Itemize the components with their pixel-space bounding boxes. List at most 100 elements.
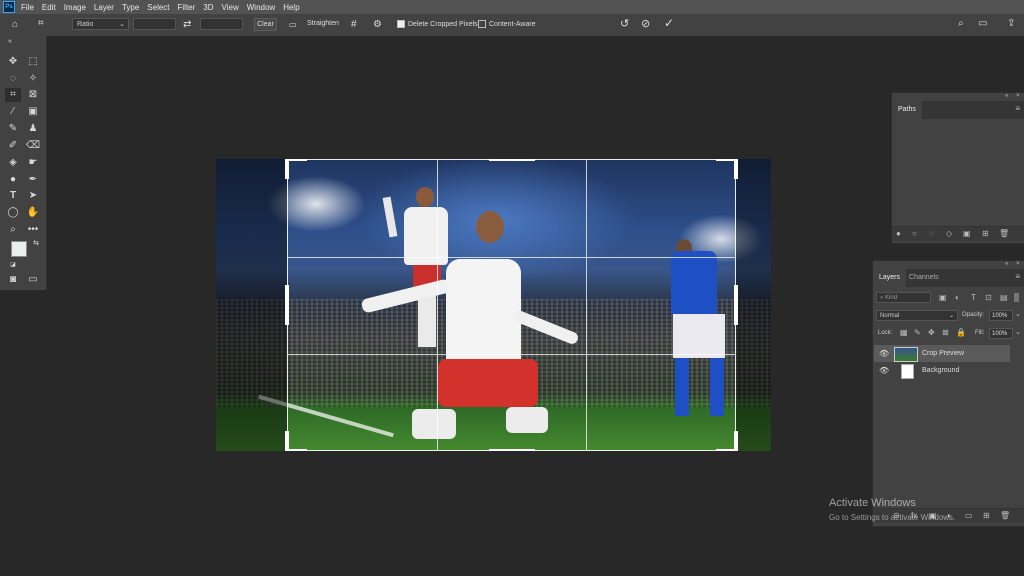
lock-transparent-icon[interactable]: ▦ [900,328,908,338]
crop-handle-bottom[interactable] [489,449,535,451]
panel-menu-icon[interactable]: ≡ [1015,104,1020,113]
overlay-grid-icon[interactable]: # [351,20,357,30]
stroke-path-icon[interactable]: ○ [912,229,917,239]
menu-edit[interactable]: Edit [42,3,56,12]
layer-row-background[interactable]: 👁 Background [874,362,1010,379]
menu-image[interactable]: Image [64,3,86,12]
zoom-tool-icon[interactable]: ⌕ [5,223,21,237]
menu-layer[interactable]: Layer [94,3,114,12]
pen-tool-icon[interactable]: ✒ [25,173,41,187]
clear-button[interactable]: Clear [254,18,277,31]
width-input[interactable] [133,18,176,30]
blend-mode-select[interactable]: Normal ⌄ [876,310,958,321]
path-selection-tool-icon[interactable]: ➤ [25,189,41,203]
menu-3d[interactable]: 3D [203,3,213,12]
quick-mask-icon[interactable]: ◙ [5,273,21,287]
eye-icon[interactable]: 👁 [879,362,889,379]
healing-brush-tool-icon[interactable]: ▣ [25,105,41,119]
menu-window[interactable]: Window [247,3,275,12]
crop-handle-right[interactable] [734,285,738,325]
collapse-toolbar-icon[interactable]: « [2,38,18,46]
new-layer-icon[interactable]: ⊞ [983,511,990,521]
chevron-down-icon[interactable]: ⌄ [1015,328,1021,336]
fill-path-icon[interactable]: ● [896,229,901,239]
ratio-select[interactable]: Ratio ⌄ [72,18,129,30]
crop-handle-top-right-v[interactable] [734,159,738,179]
frame-tool-icon[interactable]: ⊠ [25,88,41,102]
stamp-tool-icon[interactable]: ♟ [25,122,41,136]
menu-select[interactable]: Select [147,3,169,12]
tab-paths[interactable]: Paths [892,101,922,119]
filter-toggle[interactable] [1014,293,1019,302]
brush-tool-icon[interactable]: ✎ [5,122,21,136]
gear-icon[interactable]: ⚙ [373,20,382,30]
swap-colors-icon[interactable]: ⇆ [28,237,44,251]
panel-menu-icon[interactable]: ≡ [1015,272,1020,281]
hand-tool-icon[interactable]: ✋ [25,206,41,220]
chevron-down-icon[interactable]: ⌄ [1015,310,1021,318]
default-colors-icon[interactable]: ◪ [5,258,21,272]
paint-bucket-tool-icon[interactable]: ◈ [5,156,21,170]
crop-handle-bottom-right-v[interactable] [734,431,738,451]
shape-tool-icon[interactable]: ◯ [5,206,21,220]
tab-channels[interactable]: Channels [903,269,945,287]
straighten-label[interactable]: Straighten [307,20,339,27]
lock-position-icon[interactable]: ✥ [928,328,935,338]
swap-icon[interactable]: ⇄ [183,20,191,30]
make-work-path-icon[interactable]: ◇ [946,229,952,239]
new-path-icon[interactable]: ⊞ [982,229,989,239]
history-brush-tool-icon[interactable]: ✐ [5,139,21,153]
lock-image-icon[interactable]: ✎ [914,328,921,338]
layer-filter-select[interactable]: ⌕ Kind [876,292,931,303]
eraser-tool-icon[interactable]: ⌫ [25,139,41,153]
close-panel-icon[interactable]: × [1016,93,1020,99]
filter-adjustment-icon[interactable]: ◐ [955,293,960,303]
menu-filter[interactable]: Filter [178,3,196,12]
reset-icon[interactable]: ↺ [620,19,629,30]
collapse-panel-icon[interactable]: « [1005,93,1008,99]
filter-smart-object-icon[interactable]: ▤ [1000,293,1008,303]
menu-file[interactable]: File [21,3,34,12]
menu-type[interactable]: Type [122,3,139,12]
crop-tool-preset-icon[interactable]: ⌗ [38,19,44,29]
new-group-icon[interactable]: ▭ [965,511,973,521]
marquee-tool-icon[interactable]: ⬚ [25,55,41,69]
filter-type-icon[interactable]: T [971,293,976,303]
lock-artboard-icon[interactable]: ⊠ [942,328,949,338]
workspace-icon[interactable]: ▭ [978,19,987,29]
eye-icon[interactable]: 👁 [879,345,889,362]
type-tool-icon[interactable]: T [5,189,21,203]
trash-icon[interactable]: 🗑 [1000,511,1010,521]
tab-layers[interactable]: Layers [873,269,907,287]
crop-tool-icon[interactable]: ⌗ [5,88,21,102]
smudge-tool-icon[interactable]: ☛ [25,156,41,170]
lasso-tool-icon[interactable]: ◌ [5,72,21,86]
search-icon[interactable]: ⌕ [958,19,964,29]
menu-help[interactable]: Help [283,3,299,12]
trash-icon[interactable]: 🗑 [999,229,1009,239]
canvas-image[interactable] [216,159,771,451]
crop-handle-top-left-v[interactable] [285,159,289,179]
delete-cropped-checkbox[interactable]: Delete Cropped Pixels [397,20,478,28]
commit-check-icon[interactable]: ✓ [664,17,674,29]
height-input[interactable] [200,18,243,30]
layer-row-crop-preview[interactable]: 👁 Crop Preview [874,345,1010,362]
filter-shape-icon[interactable]: ⊡ [985,293,992,303]
filter-pixel-icon[interactable]: ▣ [939,293,947,303]
crop-handle-left[interactable] [285,285,289,325]
opacity-input[interactable]: 100% [989,310,1013,321]
collapse-panel-icon[interactable]: « [1005,261,1008,267]
magic-wand-tool-icon[interactable]: ✧ [25,72,41,86]
foreground-color-swatch[interactable] [11,241,27,257]
content-aware-checkbox[interactable]: Content-Aware [478,20,536,28]
straighten-icon[interactable]: ▭ [289,20,297,30]
share-icon[interactable]: ⇪ [1007,19,1015,29]
more-tools-icon[interactable]: ••• [25,223,41,237]
crop-handle-bottom-left-v[interactable] [285,431,289,451]
crop-box[interactable] [287,159,736,451]
move-tool-icon[interactable]: ✥ [5,55,21,69]
load-selection-icon[interactable]: ◌ [929,229,934,239]
cancel-icon[interactable]: ⊘ [641,19,650,30]
screen-mode-icon[interactable]: ▭ [25,273,41,287]
lock-all-icon[interactable]: 🔒 [956,328,966,338]
